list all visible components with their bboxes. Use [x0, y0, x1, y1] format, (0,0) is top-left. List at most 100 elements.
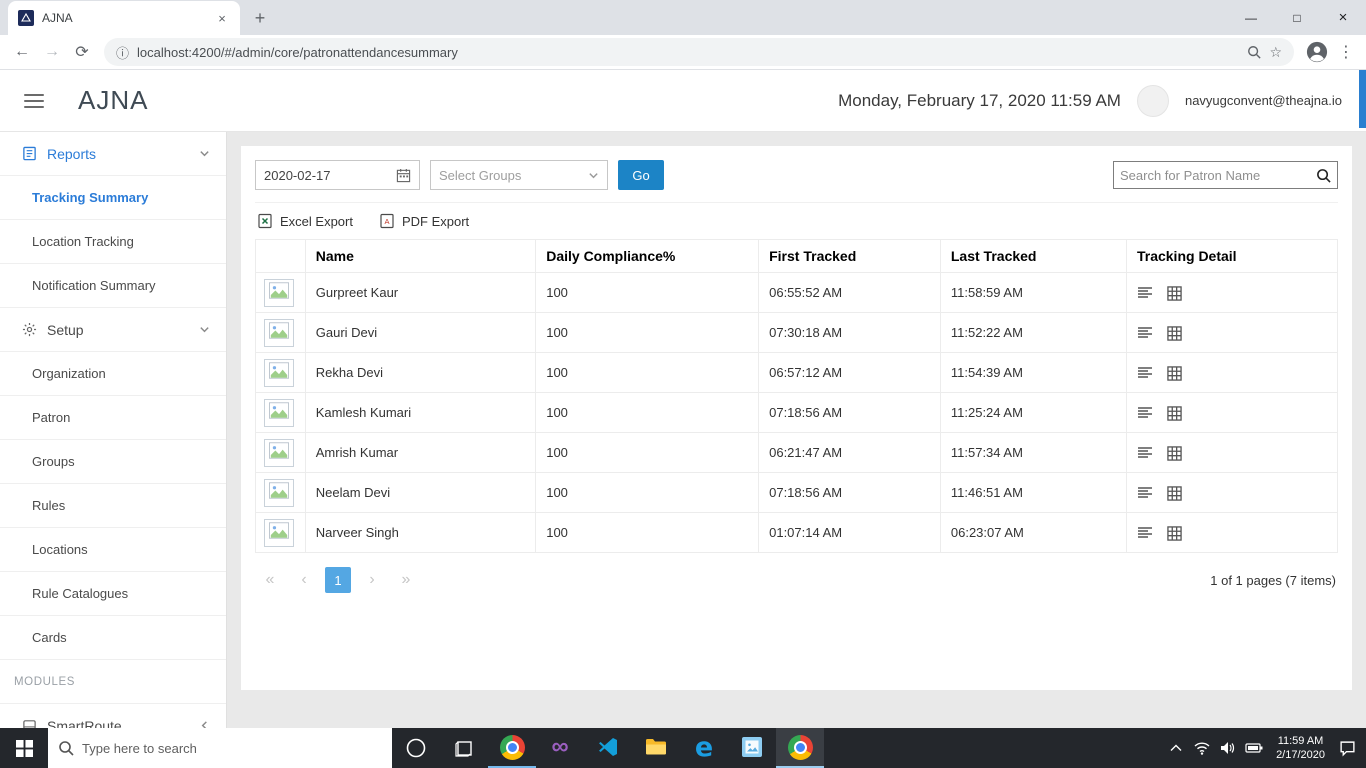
sidebar-item-rule-catalogues[interactable]: Rule Catalogues: [0, 572, 226, 616]
taskbar-app-file-explorer[interactable]: [632, 728, 680, 768]
taskbar-clock[interactable]: 11:59 AM 2/17/2020: [1267, 734, 1334, 762]
tracking-detail-list-icon[interactable]: [1137, 366, 1153, 380]
grid-header-row: Name Daily Compliance% First Tracked Last T…: [255, 239, 1339, 273]
column-header-last-tracked[interactable]: Last Tracked: [939, 239, 1127, 273]
battery-icon[interactable]: [1241, 728, 1267, 768]
tracking-detail-list-icon[interactable]: [1137, 326, 1153, 340]
browser-toolbar: ← → ⟳ ⓘ localhost:4200/#/admin/core/patr…: [0, 35, 1366, 70]
browser-menu-icon[interactable]: ⋮: [1334, 42, 1358, 62]
tracking-detail-grid-icon[interactable]: [1167, 365, 1182, 381]
taskbar-app-vscode[interactable]: [584, 728, 632, 768]
reload-button[interactable]: ⟳: [68, 38, 96, 66]
tray-chevron-up-icon[interactable]: [1163, 728, 1189, 768]
pager-last-button[interactable]: »: [393, 567, 419, 593]
sidebar-item-label: Rules: [32, 498, 66, 513]
groups-select[interactable]: Select Groups: [430, 160, 608, 190]
page-info-icon[interactable]: ⓘ: [116, 43, 129, 62]
user-avatar[interactable]: [1136, 84, 1169, 117]
maximize-button[interactable]: □: [1274, 0, 1320, 35]
tracking-detail-grid-icon[interactable]: [1167, 525, 1182, 541]
taskbar-app-chrome[interactable]: [488, 728, 536, 768]
column-header-name[interactable]: Name: [304, 239, 537, 273]
sidebar-item-label: Rule Catalogues: [32, 586, 129, 601]
patron-search-field[interactable]: [1113, 161, 1338, 189]
calendar-icon[interactable]: [396, 168, 411, 183]
pager-prev-button[interactable]: ‹: [291, 567, 317, 593]
page-scrollbar-thumb[interactable]: [1359, 70, 1366, 128]
column-header-daily-compliance[interactable]: Daily Compliance%: [535, 239, 760, 273]
tracking-detail-grid-icon[interactable]: [1167, 405, 1182, 421]
sidebar-item-groups[interactable]: Groups: [0, 440, 226, 484]
tracking-detail-list-icon[interactable]: [1137, 406, 1153, 420]
excel-export-button[interactable]: Excel Export: [257, 213, 353, 229]
close-button[interactable]: ×: [1320, 0, 1366, 35]
column-header-tracking-detail[interactable]: Tracking Detail: [1125, 239, 1339, 273]
profile-avatar-icon[interactable]: [1306, 41, 1328, 63]
new-tab-button[interactable]: +: [246, 4, 274, 32]
patron-search-input[interactable]: [1120, 167, 1316, 183]
cell-compliance: 100: [535, 312, 760, 353]
taskbar-app-edge[interactable]: e: [680, 728, 728, 768]
tracking-detail-list-icon[interactable]: [1137, 446, 1153, 460]
sidebar-item-setup[interactable]: Setup: [0, 308, 226, 352]
start-button[interactable]: [0, 728, 48, 768]
minimize-button[interactable]: —: [1228, 0, 1274, 35]
date-input[interactable]: 2020-02-17: [255, 160, 420, 190]
tracking-detail-list-icon[interactable]: [1137, 286, 1153, 300]
tracking-detail-list-icon[interactable]: [1137, 486, 1153, 500]
sidebar-item-smartroute[interactable]: SmartRoute: [0, 704, 226, 728]
sidebar-item-label: SmartRoute: [47, 717, 122, 729]
back-button[interactable]: ←: [8, 38, 36, 66]
volume-icon[interactable]: [1215, 728, 1241, 768]
tracking-detail-grid-icon[interactable]: [1167, 325, 1182, 341]
sidebar-item-locations[interactable]: Locations: [0, 528, 226, 572]
forward-button[interactable]: →: [38, 38, 66, 66]
sidebar-item-notification-summary[interactable]: Notification Summary: [0, 264, 226, 308]
sidebar-item-rules[interactable]: Rules: [0, 484, 226, 528]
hamburger-menu-icon[interactable]: [24, 93, 44, 108]
go-button[interactable]: Go: [618, 160, 664, 190]
pager-next-button[interactable]: ›: [359, 567, 385, 593]
tracking-detail-grid-icon[interactable]: [1167, 445, 1182, 461]
task-view-icon[interactable]: [440, 728, 488, 768]
window-controls: — □ ×: [1228, 0, 1366, 35]
bookmark-star-icon[interactable]: ☆: [1269, 44, 1282, 61]
pager-first-button[interactable]: «: [257, 567, 283, 593]
favicon: [18, 10, 34, 26]
tracking-detail-grid-icon[interactable]: [1167, 485, 1182, 501]
cortana-icon[interactable]: [392, 728, 440, 768]
sidebar-item-tracking-summary[interactable]: Tracking Summary: [0, 176, 226, 220]
pdf-export-button[interactable]: A PDF Export: [379, 213, 469, 229]
tracking-detail-list-icon[interactable]: [1137, 526, 1153, 540]
excel-file-icon: [257, 213, 273, 229]
pager-summary: 1 of 1 pages (7 items): [1210, 572, 1336, 588]
url-bar[interactable]: ⓘ localhost:4200/#/admin/core/patronatte…: [104, 38, 1294, 66]
table-body: Gurpreet Kaur 100 06:55:52 AM 11:58:59 AM Ga…: [255, 272, 1339, 553]
taskbar-search-input[interactable]: [82, 740, 382, 756]
taskbar-app-photos[interactable]: [728, 728, 776, 768]
sidebar-item-location-tracking[interactable]: Location Tracking: [0, 220, 226, 264]
taskbar-time: 11:59 AM: [1277, 735, 1324, 747]
taskbar-app-chrome-active[interactable]: [776, 728, 824, 768]
sidebar-item-organization[interactable]: Organization: [0, 352, 226, 396]
browser-tab[interactable]: AJNA ×: [8, 1, 240, 35]
action-center-icon[interactable]: [1334, 728, 1360, 768]
sidebar-item-cards[interactable]: Cards: [0, 616, 226, 660]
network-icon[interactable]: [1189, 728, 1215, 768]
cell-last-tracked: 11:46:51 AM: [939, 472, 1127, 513]
column-header-first-tracked[interactable]: First Tracked: [758, 239, 941, 273]
table-row: Amrish Kumar 100 06:21:47 AM 11:57:34 AM: [255, 432, 1339, 473]
taskbar-search[interactable]: [48, 728, 392, 768]
sidebar-item-patron[interactable]: Patron: [0, 396, 226, 440]
tracking-detail-grid-icon[interactable]: [1167, 285, 1182, 301]
tab-close-icon[interactable]: ×: [214, 11, 230, 26]
sidebar-item-reports[interactable]: Reports: [0, 132, 226, 176]
patron-photo-placeholder: [264, 278, 294, 307]
taskbar-app-visual-studio[interactable]: ∞: [536, 728, 584, 768]
cell-last-tracked: 11:52:22 AM: [939, 312, 1127, 353]
user-email[interactable]: navyugconvent@theajna.io: [1185, 93, 1342, 108]
pager-current-page[interactable]: 1: [325, 567, 351, 593]
zoom-icon[interactable]: [1247, 45, 1262, 59]
chrome-icon: [787, 734, 813, 760]
search-icon[interactable]: [1316, 168, 1331, 183]
